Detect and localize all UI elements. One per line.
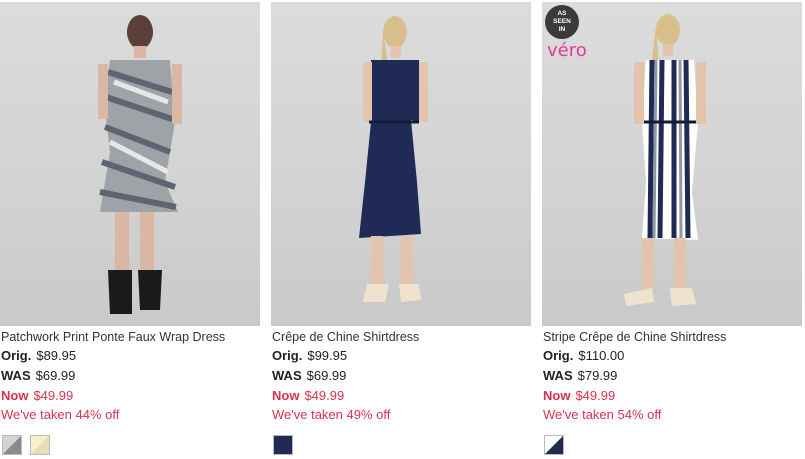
model-photo-patchwork-dress — [98, 15, 182, 314]
badge-line-3: IN — [558, 26, 566, 33]
swatch-navy[interactable] — [273, 435, 293, 455]
now-price-row: Now $49.99 — [1, 388, 73, 403]
was-label: WAS — [1, 368, 31, 383]
orig-price: $110.00 — [578, 348, 625, 363]
product-name[interactable]: Patchwork Print Ponte Faux Wrap Dress — [1, 330, 225, 344]
badge-line-2: SEEN — [553, 18, 571, 25]
now-label: Now — [272, 388, 300, 403]
discount-text: We've taken 49% off — [272, 407, 391, 422]
now-price: $49.99 — [33, 388, 74, 403]
swatch-grey-patchwork[interactable] — [2, 435, 22, 455]
was-price-row: WAS $69.99 — [1, 368, 75, 383]
orig-price: $99.95 — [307, 348, 348, 363]
product-image-3[interactable]: AS SEEN IN véro — [542, 2, 802, 326]
product-image-1[interactable] — [0, 2, 260, 326]
was-label: WAS — [543, 368, 573, 383]
orig-price-row: Orig. $89.95 — [1, 348, 76, 363]
orig-price-row: Orig. $99.95 — [272, 348, 347, 363]
swatch-yellow-patchwork[interactable] — [30, 435, 50, 455]
swatch-navy-white-stripe[interactable] — [544, 435, 564, 455]
now-label: Now — [543, 388, 571, 403]
vero-brand-logo: véro — [547, 40, 587, 61]
was-price: $79.99 — [577, 368, 618, 383]
now-price: $49.99 — [575, 388, 616, 403]
now-price-row: Now $49.99 — [543, 388, 615, 403]
discount-text: We've taken 54% off — [543, 407, 662, 422]
was-price: $69.99 — [35, 368, 76, 383]
discount-text: We've taken 44% off — [1, 407, 120, 422]
was-label: WAS — [272, 368, 302, 383]
orig-label: Orig. — [1, 348, 32, 363]
orig-label: Orig. — [272, 348, 303, 363]
was-price-row: WAS $79.99 — [543, 368, 617, 383]
product-image-2[interactable] — [271, 2, 531, 326]
orig-price-row: Orig. $110.00 — [543, 348, 624, 363]
product-card-1[interactable]: Patchwork Print Ponte Faux Wrap Dress Or… — [0, 0, 262, 459]
was-price-row: WAS $69.99 — [272, 368, 346, 383]
product-name[interactable]: Stripe Crêpe de Chine Shirtdress — [543, 330, 726, 344]
orig-label: Orig. — [543, 348, 574, 363]
product-card-3[interactable]: AS SEEN IN véro Stripe Crêpe de Chine Sh… — [542, 0, 804, 459]
product-card-2[interactable]: Crêpe de Chine Shirtdress Orig. $99.95 WA… — [271, 0, 533, 459]
now-label: Now — [1, 388, 29, 403]
product-name[interactable]: Crêpe de Chine Shirtdress — [272, 330, 419, 344]
now-price-row: Now $49.99 — [272, 388, 344, 403]
orig-price: $89.95 — [36, 348, 77, 363]
now-price: $49.99 — [304, 388, 345, 403]
as-seen-in-badge: AS SEEN IN — [545, 5, 579, 39]
was-price: $69.99 — [306, 368, 347, 383]
badge-line-1: AS — [557, 10, 567, 17]
model-photo-navy-shirtdress — [359, 16, 428, 302]
